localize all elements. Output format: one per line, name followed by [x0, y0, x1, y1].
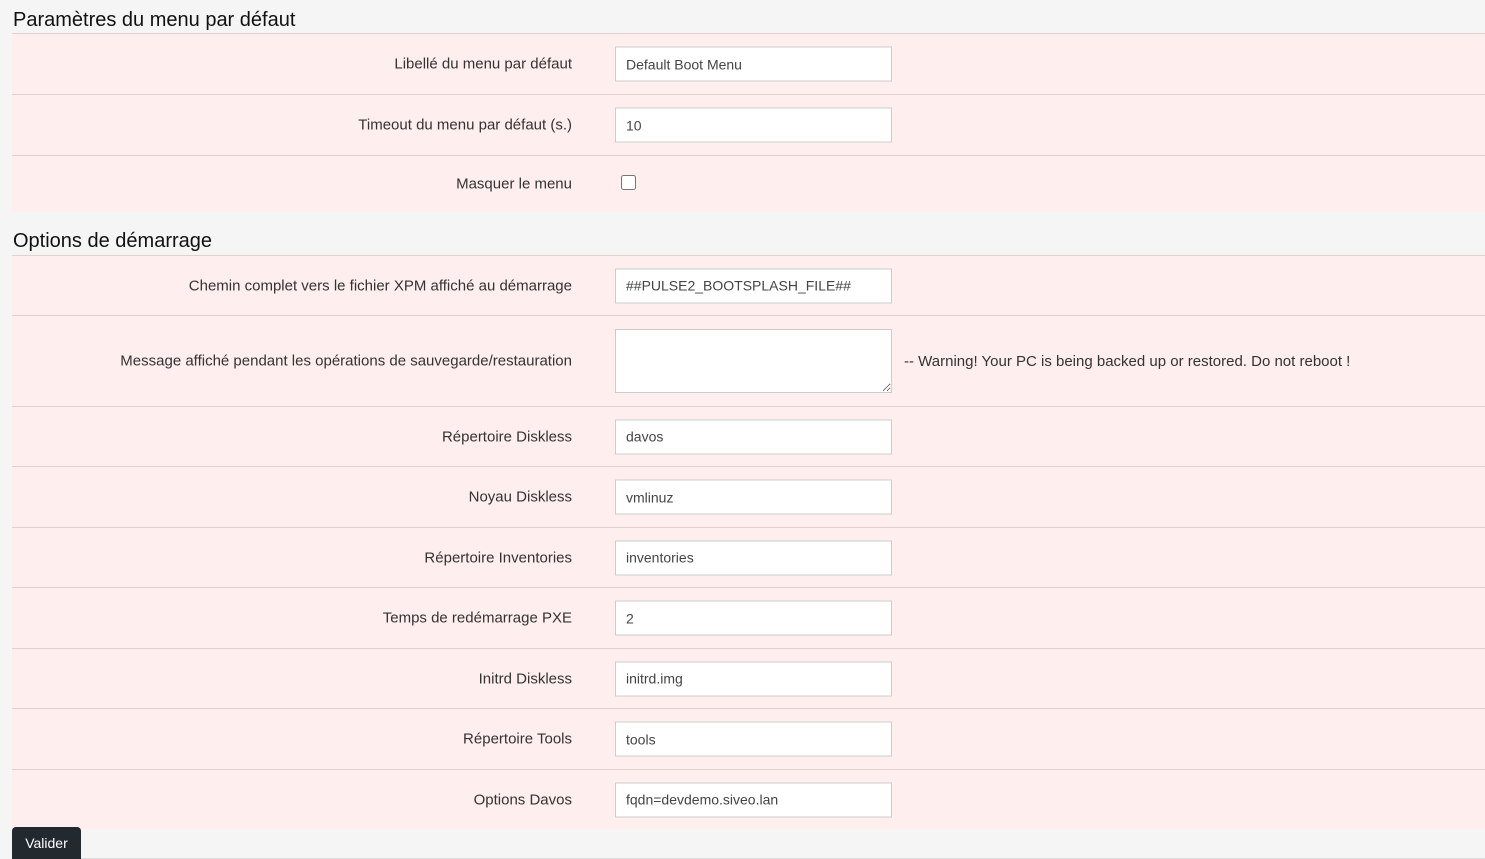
backup-message-hint: -- Warning! Your PC is being backed up o… [904, 352, 1351, 370]
inventories-dir-input[interactable] [615, 540, 892, 575]
menu-label-label: Libellé du menu par défaut [394, 55, 572, 73]
section-title-default-menu: Paramètres du menu par défaut [13, 9, 296, 31]
diskless-kernel-label: Noyau Diskless [468, 488, 572, 506]
default-menu-form: Libellé du menu par défaut Timeout du me… [12, 33, 1485, 212]
submit-button[interactable]: Valider [12, 827, 81, 859]
diskless-initrd-input[interactable] [615, 661, 892, 696]
diskless-dir-label: Répertoire Diskless [441, 428, 572, 445]
row-pxe-reboot-time: Temps de redémarrage PXE [12, 587, 1485, 648]
row-diskless-dir: Répertoire Diskless [12, 406, 1485, 466]
section-title-boot-options: Options de démarrage [13, 230, 213, 252]
diskless-kernel-input[interactable] [615, 479, 892, 515]
diskless-initrd-label: Initrd Diskless [478, 670, 572, 687]
row-diskless-initrd: Initrd Diskless [12, 648, 1485, 708]
form-actions: Valider [12, 827, 1485, 859]
pxe-reboot-time-input[interactable] [615, 600, 892, 636]
tools-dir-input[interactable] [615, 721, 892, 757]
row-diskless-kernel: Noyau Diskless [12, 466, 1485, 527]
hide-menu-checkbox[interactable] [621, 175, 636, 190]
xpm-path-label: Chemin complet vers le fichier XPM affic… [188, 277, 572, 294]
row-tools-dir: Répertoire Tools [12, 708, 1485, 769]
hide-menu-label: Masquer le menu [456, 175, 572, 193]
menu-timeout-label: Timeout du menu par défaut (s.) [358, 116, 572, 134]
row-menu-label: Libellé du menu par défaut [12, 33, 1485, 94]
pxe-reboot-time-label: Temps de redémarrage PXE [382, 609, 572, 627]
davos-options-label: Options Davos [473, 791, 572, 808]
menu-timeout-input[interactable] [615, 107, 892, 143]
boot-menu-settings-page: Paramètres du menu par défaut Libellé du… [0, 0, 1485, 859]
backup-message-label: Message affiché pendant les opérations d… [120, 352, 572, 370]
row-inventories-dir: Répertoire Inventories [12, 527, 1485, 587]
menu-label-input[interactable] [615, 46, 892, 82]
row-davos-options: Options Davos [12, 769, 1485, 829]
boot-options-form: Chemin complet vers le fichier XPM affic… [12, 255, 1485, 829]
backup-message-textarea[interactable] [615, 329, 892, 393]
tools-dir-label: Répertoire Tools [463, 730, 572, 748]
davos-options-input[interactable] [615, 782, 892, 817]
xpm-path-input[interactable] [615, 268, 892, 303]
row-backup-message: Message affiché pendant les opérations d… [12, 315, 1485, 406]
row-menu-timeout: Timeout du menu par défaut (s.) [12, 94, 1485, 155]
row-xpm-path: Chemin complet vers le fichier XPM affic… [12, 255, 1485, 315]
row-hide-menu: Masquer le menu [12, 155, 1485, 212]
diskless-dir-input[interactable] [615, 419, 892, 454]
inventories-dir-label: Répertoire Inventories [424, 549, 572, 566]
